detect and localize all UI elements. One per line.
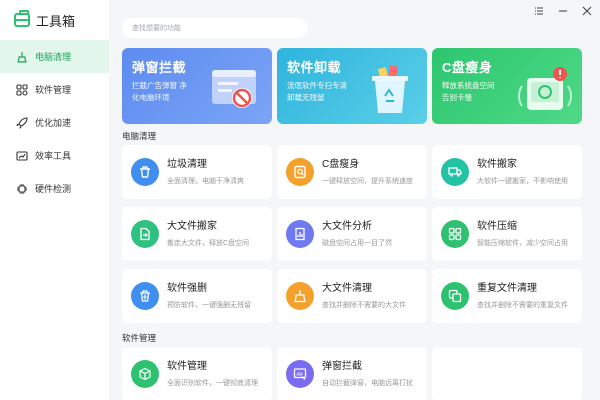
trash-icon: [131, 158, 159, 186]
card-desc: 磁盘空间占用一目了然: [322, 240, 392, 247]
card-desc: 一键释放空间，提升系统速度: [322, 178, 413, 185]
file-move-icon: [131, 220, 159, 248]
card-junk-clean[interactable]: 垃圾清理 全面清理，电脑干净清爽: [122, 145, 272, 199]
card-title: 软件压缩: [477, 221, 517, 232]
menu-icon[interactable]: [534, 6, 544, 16]
toolbox-icon: [14, 10, 30, 27]
banner-popup-block[interactable]: 弹窗拦截 拦截广告弹窗 净化电脑环境: [122, 48, 272, 124]
chart-icon: [16, 150, 28, 162]
broom-icon: [16, 51, 28, 63]
svg-text:AD: AD: [296, 371, 303, 376]
sidebar-item-label: 软件管理: [35, 85, 72, 95]
banner-uninstall[interactable]: 软件卸载 流氓软件专扫专清 卸载无残留: [277, 48, 427, 124]
app-brand: 工具箱: [0, 0, 109, 40]
card-popup-block[interactable]: AD 弹窗拦截 自动拦截弹窗，电脑远离打扰: [277, 347, 427, 400]
card-desc: 搬走大文件，释放C盘空间: [167, 240, 250, 247]
card-title: 大文件搬家: [167, 221, 217, 232]
apps-grid-icon: [16, 83, 28, 96]
sidebar-item-hardware[interactable]: 硬件检测: [0, 172, 109, 205]
compress-icon: [441, 220, 469, 248]
minimize-icon[interactable]: [558, 6, 568, 16]
card-large-file-move[interactable]: 大文件搬家 搬走大文件，释放C盘空间: [122, 207, 272, 261]
card-software-compress[interactable]: 软件压缩 智能压缩软件，减少空间占用: [432, 207, 582, 261]
brush-icon: [286, 282, 314, 310]
sidebar-item-label: 电脑清理: [35, 52, 72, 62]
sidebar-item-label: 效率工具: [35, 151, 72, 161]
ad-block-icon: AD: [286, 360, 314, 388]
card-desc: 查找并删除不需要的大文件: [322, 302, 406, 309]
card-title: 软件管理: [167, 361, 207, 372]
card-software-move[interactable]: 软件搬家 大软件一键搬家，不影响使用: [432, 145, 582, 199]
card-c-drive-slim[interactable]: C盘瘦身 一键释放空间，提升系统速度: [277, 145, 427, 199]
card-software-manage[interactable]: 软件管理 全面识别软件，一键彻底清理: [122, 347, 272, 400]
section-title-software: 软件管理: [122, 333, 157, 343]
banner-desc: 释放系统盘空间 告别卡慢: [442, 81, 495, 102]
card-title: 大文件清理: [322, 283, 372, 294]
card-desc: 自动拦截弹窗，电脑远离打扰: [322, 380, 413, 387]
truck-icon: [441, 158, 469, 186]
box-icon: [131, 360, 159, 388]
banner-c-drive-slim[interactable]: C盘瘦身 释放系统盘空间 告别卡慢: [432, 48, 582, 124]
card-title: 软件搬家: [477, 159, 517, 170]
banner-desc: 流氓软件专扫专清 卸载无残留: [287, 81, 347, 102]
card-title: 重复文件清理: [477, 283, 537, 294]
sidebar-item-efficiency[interactable]: 效率工具: [0, 139, 109, 172]
sidebar-item-optimize[interactable]: 优化加速: [0, 106, 109, 139]
card-desc: 大软件一键搬家，不影响使用: [477, 178, 568, 185]
sidebar-item-cleanup[interactable]: 电脑清理: [0, 40, 109, 73]
card-large-file-analysis[interactable]: 大文件分析 磁盘空间占用一目了然: [277, 207, 427, 261]
card-title: 大文件分析: [322, 221, 372, 232]
card-desc: 全面清理，电脑干净清爽: [167, 178, 244, 185]
close-icon[interactable]: [582, 6, 592, 16]
search-input[interactable]: [122, 18, 308, 38]
card-empty-slot: [432, 347, 582, 400]
card-desc: 智能压缩软件，减少空间占用: [477, 240, 568, 247]
card-title: 弹窗拦截: [322, 361, 362, 372]
sidebar: 工具箱 电脑清理 软件管理 优化加速 效率工具 硬件检测: [0, 0, 109, 400]
chip-icon: [16, 183, 28, 195]
card-large-file-clean[interactable]: 大文件清理 查找并删除不需要的大文件: [277, 269, 427, 323]
card-desc: 预防软件，一键强删无残留: [167, 302, 251, 309]
app-title: 工具箱: [36, 13, 76, 29]
card-duplicate-clean[interactable]: 重复文件清理 查找并删除不需要的重复文件: [432, 269, 582, 323]
card-title: 垃圾清理: [167, 159, 207, 170]
sidebar-item-label: 优化加速: [35, 118, 72, 128]
section-title-cleanup: 电脑清理: [122, 131, 157, 141]
sidebar-item-label: 硬件检测: [35, 184, 72, 194]
sidebar-nav: 电脑清理 软件管理 优化加速 效率工具 硬件检测: [0, 40, 109, 205]
disk-warning-icon: [518, 67, 572, 110]
card-desc: 全面识别软件，一键彻底清理: [167, 380, 258, 387]
window-controls: [534, 6, 592, 16]
card-force-delete[interactable]: 软件强删 预防软件，一键强删无残留: [122, 269, 272, 323]
card-title: C盘瘦身: [322, 159, 360, 170]
recycle-bin-icon: [372, 65, 408, 113]
file-chart-icon: [286, 220, 314, 248]
force-delete-icon: [131, 282, 159, 310]
duplicate-icon: [441, 282, 469, 310]
disk-search-icon: [286, 158, 314, 186]
popup-block-icon: [212, 70, 256, 108]
card-title: 软件强删: [167, 283, 207, 294]
rocket-icon: [16, 116, 28, 129]
card-desc: 查找并删除不需要的重复文件: [477, 302, 568, 309]
sidebar-item-software[interactable]: 软件管理: [0, 73, 109, 106]
banner-desc: 拦截广告弹窗 净化电脑环境: [132, 81, 187, 102]
